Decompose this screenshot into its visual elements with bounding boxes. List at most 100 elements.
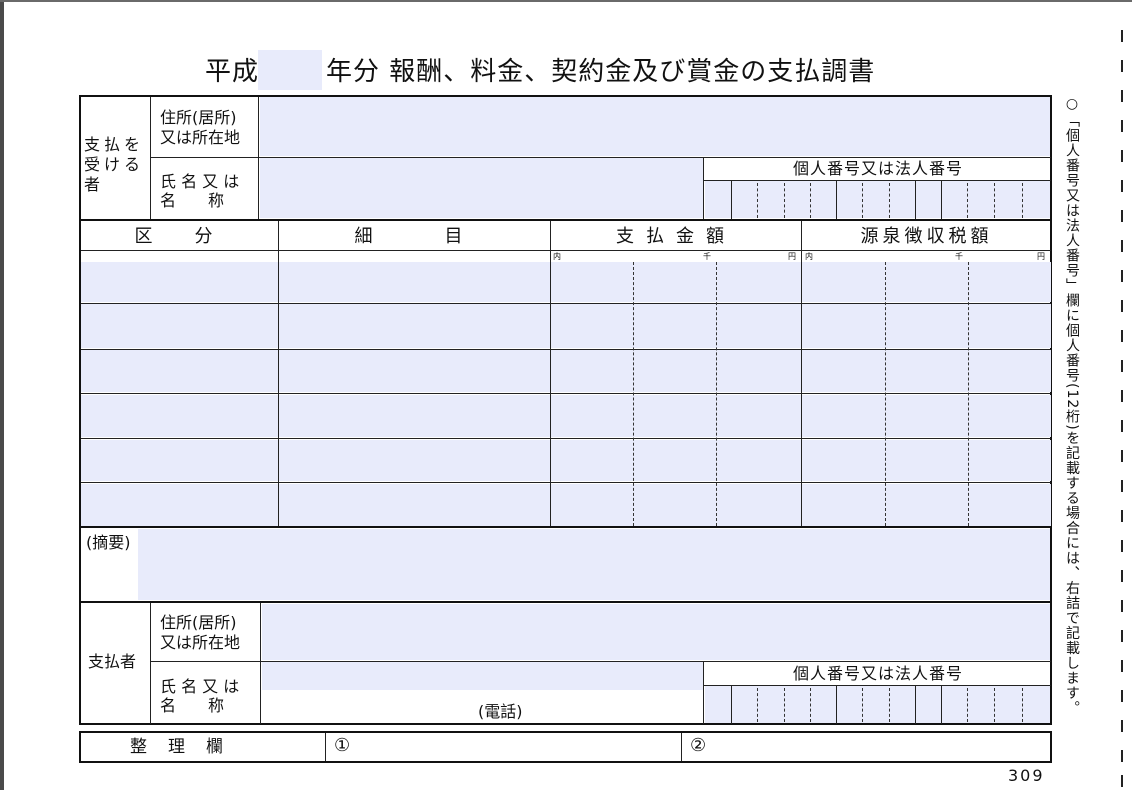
- row3-kubun[interactable]: [81, 350, 278, 392]
- divider: [150, 97, 151, 220]
- row-divider: [81, 482, 1051, 483]
- memo-label: (摘要): [86, 533, 131, 552]
- row6-tax[interactable]: [802, 484, 1051, 526]
- row-divider: [81, 349, 1051, 350]
- row1-kubun[interactable]: [81, 262, 278, 302]
- year-input[interactable]: [258, 50, 322, 90]
- payer-name-label-1: 氏 名 又 は: [160, 677, 240, 696]
- seiri-label: 整 理 欄: [130, 737, 225, 757]
- divider: [703, 661, 704, 724]
- section-divider: [81, 601, 1051, 603]
- payer-name-input[interactable]: [262, 662, 703, 690]
- divider: [681, 733, 682, 761]
- payer-number-label: 個人番号又は法人番号: [792, 664, 963, 683]
- digit-divider: [757, 183, 758, 218]
- divider: [150, 661, 1051, 662]
- digit-divider: [915, 181, 916, 220]
- digit-divider: [967, 688, 968, 722]
- row5-kubun[interactable]: [81, 440, 278, 481]
- digit-divider: [784, 183, 785, 218]
- row4-amount[interactable]: [551, 395, 801, 437]
- unit-en-2: 円: [1037, 252, 1045, 261]
- row6-amount[interactable]: [551, 484, 801, 526]
- digit-group-divider: [885, 262, 886, 526]
- side-note: ○「個人番号又は法人番号」欄に個人番号(12桁)を記載する場合には、右詰で記載し…: [1064, 96, 1080, 716]
- row5-saimoku[interactable]: [279, 440, 550, 481]
- seiri-slot2-label: ②: [690, 735, 707, 756]
- header-divider: [81, 250, 1051, 251]
- header-kubun: 区 分: [134, 226, 225, 247]
- row5-tax[interactable]: [802, 440, 1051, 481]
- row4-kubun[interactable]: [81, 395, 278, 437]
- payer-section-label: 支払者: [88, 652, 137, 671]
- digit-divider: [994, 183, 995, 218]
- digit-divider: [731, 181, 732, 220]
- recipient-address-label-1: 住所(居所): [160, 108, 237, 127]
- divider: [260, 603, 261, 724]
- digit-group-divider: [633, 262, 634, 526]
- payer-address-input[interactable]: [262, 604, 1050, 660]
- digit-divider: [1022, 183, 1023, 218]
- row1-saimoku[interactable]: [279, 262, 550, 302]
- row5-amount[interactable]: [551, 440, 801, 481]
- row3-saimoku[interactable]: [279, 350, 550, 392]
- digit-divider: [915, 686, 916, 724]
- divider: [150, 157, 1051, 158]
- recipient-number-label: 個人番号又は法人番号: [792, 159, 963, 178]
- seiri-slot1-label: ①: [334, 735, 351, 756]
- divider: [703, 180, 1051, 181]
- row-divider: [81, 438, 1051, 439]
- row1-amount[interactable]: [551, 262, 801, 302]
- section-divider: [81, 526, 1051, 528]
- row4-tax[interactable]: [802, 395, 1051, 437]
- row3-tax[interactable]: [802, 350, 1051, 392]
- form-code: 309: [1008, 766, 1045, 785]
- unit-en-1: 円: [788, 252, 796, 261]
- payer-name-label-2: 名 称: [160, 696, 225, 715]
- recipient-name-label-1: 氏 名 又 は: [160, 172, 240, 191]
- unit-oku-1: 内: [553, 252, 561, 261]
- digit-divider: [862, 183, 863, 218]
- row2-saimoku[interactable]: [279, 304, 550, 348]
- unit-sen-2: 千: [955, 252, 963, 261]
- digit-group-divider: [968, 262, 969, 526]
- row3-amount[interactable]: [551, 350, 801, 392]
- section-divider: [81, 219, 1051, 221]
- row2-tax[interactable]: [802, 304, 1051, 348]
- row2-kubun[interactable]: [81, 304, 278, 348]
- digit-divider: [810, 688, 811, 722]
- row2-amount[interactable]: [551, 304, 801, 348]
- recipient-name-label-2: 名 称: [160, 191, 225, 210]
- divider: [703, 157, 704, 220]
- payer-phone-label: (電話): [478, 702, 523, 721]
- payer-address-label-1: 住所(居所): [160, 613, 237, 632]
- digit-divider: [836, 181, 837, 220]
- unit-sen-1: 千: [703, 252, 711, 261]
- row6-kubun[interactable]: [81, 484, 278, 526]
- title-era: 平成: [205, 57, 260, 87]
- recipient-address-input[interactable]: [260, 97, 1050, 156]
- recipient-name-input[interactable]: [260, 158, 703, 218]
- title-text: 年分 報酬、料金、契約金及び賞金の支払調書: [326, 57, 876, 87]
- row4-saimoku[interactable]: [279, 395, 550, 437]
- digit-divider: [889, 688, 890, 722]
- digit-divider: [941, 686, 942, 724]
- seiri-slot2-input[interactable]: [712, 733, 1050, 761]
- recipient-section-label: 支払を受ける者: [84, 135, 145, 194]
- divider: [703, 685, 1051, 686]
- memo-input[interactable]: [138, 529, 1050, 600]
- header-withholding-tax: 源泉徴収税額: [860, 226, 993, 247]
- digit-divider: [836, 686, 837, 724]
- digit-divider: [862, 688, 863, 722]
- digit-divider: [757, 688, 758, 722]
- unit-oku-2: 内: [805, 252, 813, 261]
- digit-divider: [889, 183, 890, 218]
- row-divider: [81, 393, 1051, 394]
- payer-address-label-2: 又は所在地: [160, 633, 241, 652]
- seiri-slot1-input[interactable]: [356, 733, 679, 761]
- row6-saimoku[interactable]: [279, 484, 550, 526]
- window-left-edge: [0, 0, 4, 790]
- divider: [325, 733, 326, 761]
- row1-tax[interactable]: [802, 262, 1051, 302]
- digit-divider: [941, 181, 942, 220]
